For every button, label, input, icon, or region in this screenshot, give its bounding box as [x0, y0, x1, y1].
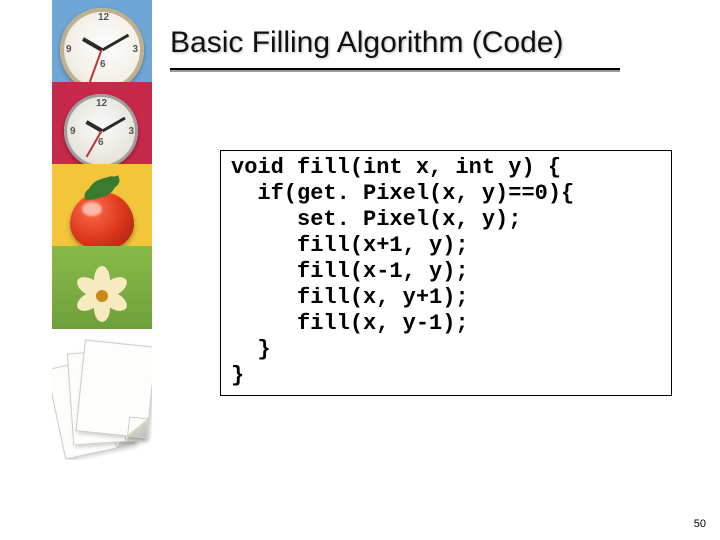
code-line: set. Pixel(x, y);	[231, 207, 521, 232]
papers-icon	[52, 329, 152, 460]
code-line: fill(x-1, y);	[231, 259, 469, 284]
clock-icon: 123 69	[52, 0, 152, 82]
decorative-sidebar: 123 69 123 69	[52, 0, 152, 460]
code-line: }	[231, 337, 271, 362]
clock-icon: 123 69	[52, 82, 152, 164]
slide-title: Basic Filling Algorithm (Code)	[170, 26, 563, 60]
slide-root: 123 69 123 69 Basic Filling Algorithm (C…	[0, 0, 720, 540]
flower-icon	[52, 246, 152, 328]
code-line: }	[231, 363, 244, 388]
code-block: void fill(int x, int y) { if(get. Pixel(…	[220, 150, 672, 396]
code-line: fill(x+1, y);	[231, 233, 469, 258]
code-line: fill(x, y+1);	[231, 285, 469, 310]
code-line: fill(x, y-1);	[231, 311, 469, 336]
title-underline	[170, 68, 620, 70]
page-number: 50	[694, 518, 706, 530]
code-line: if(get. Pixel(x, y)==0){	[231, 181, 574, 206]
tomato-icon	[52, 164, 152, 246]
code-line: void fill(int x, int y) {	[231, 155, 561, 180]
